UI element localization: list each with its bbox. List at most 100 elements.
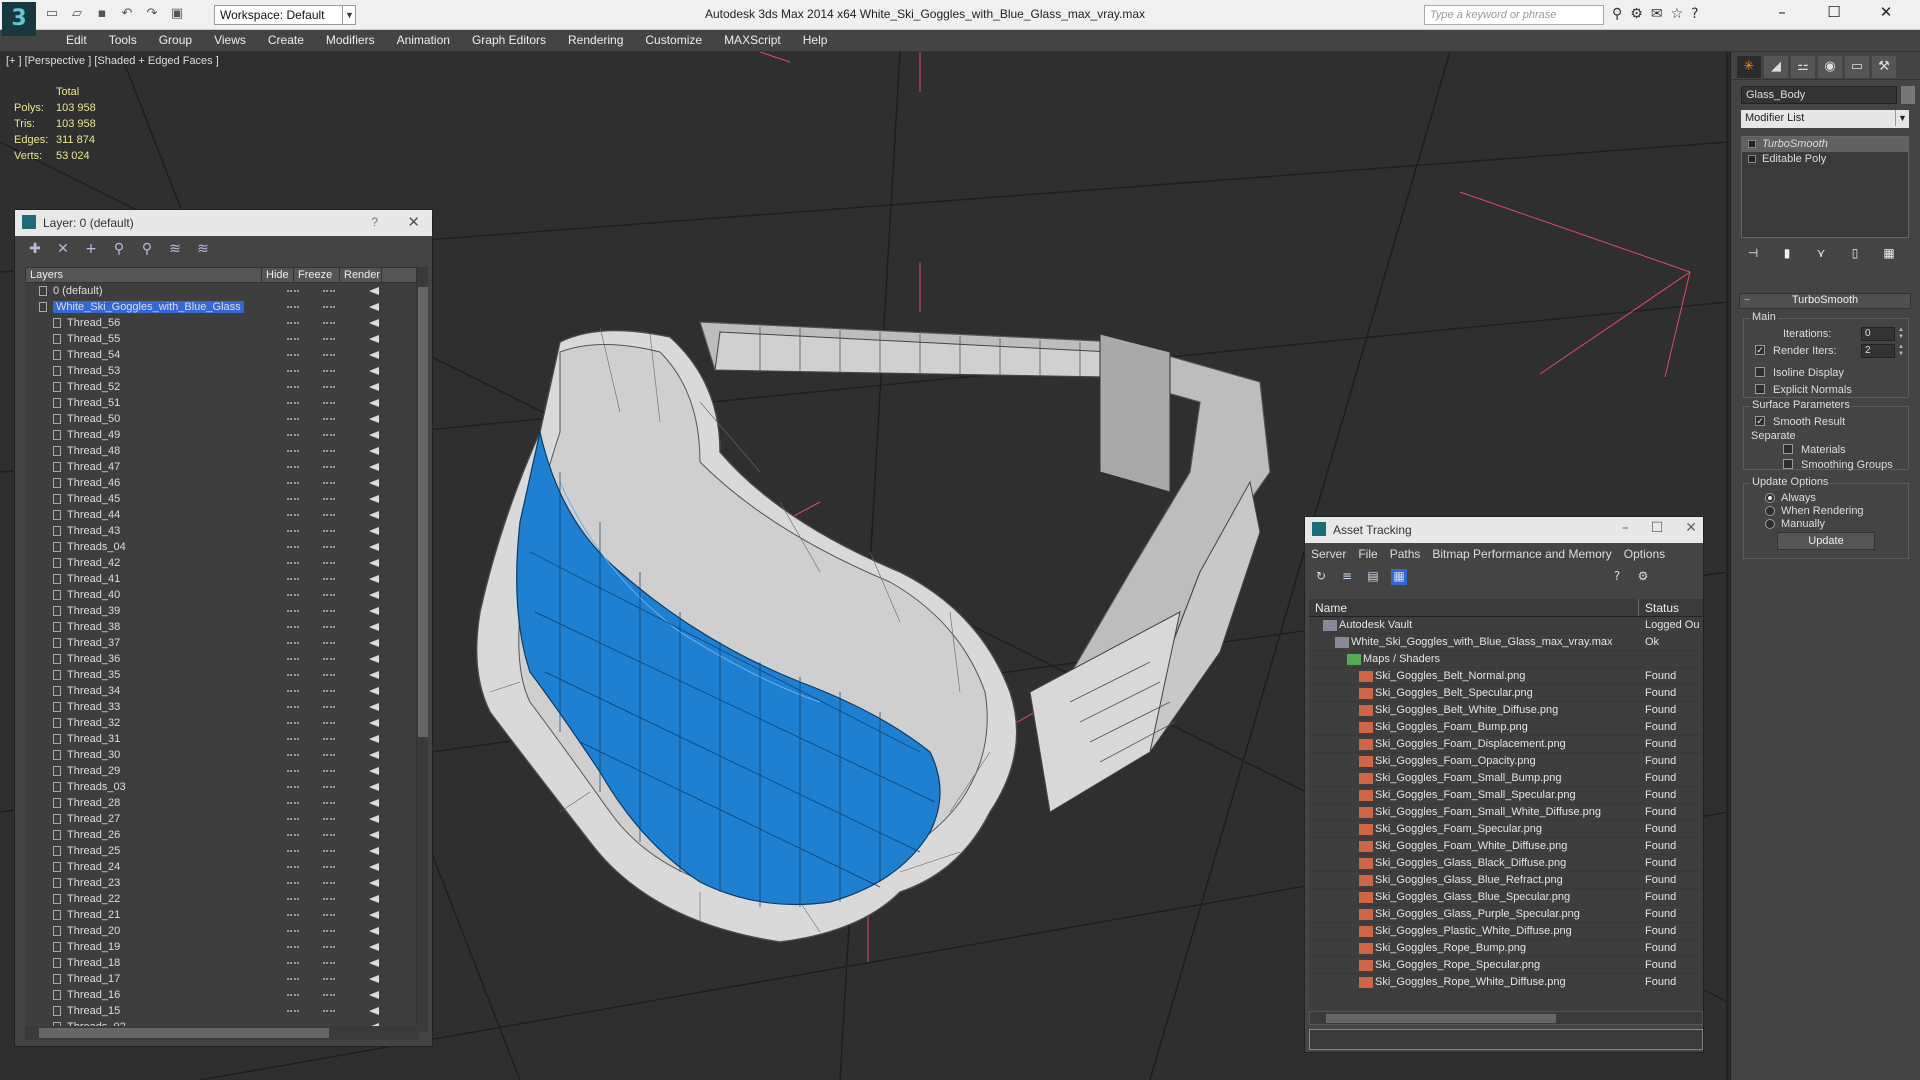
- hide-toggle[interactable]: [287, 866, 299, 868]
- hide-toggle[interactable]: [287, 834, 299, 836]
- asset-row[interactable]: White_Ski_Goggles_with_Blue_Glass_max_vr…: [1309, 634, 1703, 651]
- modify-tab-icon[interactable]: ◢: [1764, 56, 1788, 78]
- hide-toggle[interactable]: [287, 642, 299, 644]
- render-teapot-icon[interactable]: [369, 1007, 379, 1015]
- render-teapot-icon[interactable]: [369, 335, 379, 343]
- freeze-toggle[interactable]: [323, 658, 335, 660]
- menu-item-animation[interactable]: Animation: [386, 33, 461, 47]
- render-teapot-icon[interactable]: [369, 991, 379, 999]
- hide-toggle[interactable]: [287, 546, 299, 548]
- asset-tracking-window[interactable]: Asset Tracking – ☐ ✕ Server File Paths Bitm…: [1304, 516, 1704, 1053]
- freeze-toggle[interactable]: [323, 946, 335, 948]
- hide-toggle[interactable]: [287, 722, 299, 724]
- freeze-toggle[interactable]: [323, 962, 335, 964]
- spinner-arrows-icon[interactable]: ▲ ▼: [1897, 344, 1905, 358]
- asset-row[interactable]: Ski_Goggles_Foam_Bump.png Found: [1309, 719, 1703, 736]
- layer-row[interactable]: Thread_35: [25, 667, 419, 683]
- layer-row[interactable]: Thread_40: [25, 587, 419, 603]
- layer-row[interactable]: Thread_38: [25, 619, 419, 635]
- freeze-toggle[interactable]: [323, 690, 335, 692]
- render-teapot-icon[interactable]: [369, 927, 379, 935]
- layer-name[interactable]: Thread_49: [67, 429, 120, 441]
- scrollbar-thumb[interactable]: [418, 287, 428, 737]
- turbosmooth-rollout-header[interactable]: − TurboSmooth: [1739, 293, 1911, 309]
- materials-checkbox[interactable]: [1783, 444, 1793, 454]
- render-teapot-icon[interactable]: [369, 703, 379, 711]
- motion-tab-icon[interactable]: ◉: [1818, 56, 1842, 78]
- layer-name[interactable]: Thread_56: [67, 317, 120, 329]
- layer-name[interactable]: Thread_28: [67, 797, 120, 809]
- render-teapot-icon[interactable]: [369, 511, 379, 519]
- layer-name[interactable]: Thread_43: [67, 525, 120, 537]
- layer-name[interactable]: Thread_33: [67, 701, 120, 713]
- render-teapot-icon[interactable]: [369, 383, 379, 391]
- asset-row[interactable]: Ski_Goggles_Foam_White_Diffuse.png Found: [1309, 838, 1703, 855]
- render-teapot-icon[interactable]: [369, 783, 379, 791]
- layer-name[interactable]: Thread_23: [67, 877, 120, 889]
- render-teapot-icon[interactable]: [369, 655, 379, 663]
- layer-name[interactable]: Thread_22: [67, 893, 120, 905]
- hide-toggle[interactable]: [287, 498, 299, 500]
- table-view-icon[interactable]: ▦: [1391, 569, 1407, 585]
- freeze-toggle[interactable]: [323, 354, 335, 356]
- render-teapot-icon[interactable]: [369, 607, 379, 615]
- isoline-display-checkbox[interactable]: [1755, 367, 1765, 377]
- render-teapot-icon[interactable]: [369, 671, 379, 679]
- freeze-toggle[interactable]: [323, 546, 335, 548]
- render-teapot-icon[interactable]: [369, 767, 379, 775]
- asset-row[interactable]: Ski_Goggles_Rope_Specular.png Found: [1309, 957, 1703, 974]
- render-teapot-icon[interactable]: [369, 431, 379, 439]
- render-teapot-icon[interactable]: [369, 543, 379, 551]
- render-teapot-icon[interactable]: [369, 479, 379, 487]
- help-icon[interactable]: ?: [1609, 569, 1625, 585]
- layer-name[interactable]: Thread_34: [67, 685, 120, 697]
- utilities-tab-icon[interactable]: ⚒: [1872, 56, 1896, 78]
- render-teapot-icon[interactable]: [369, 303, 379, 311]
- hide-toggle[interactable]: [287, 322, 299, 324]
- column-header-render[interactable]: Render: [340, 268, 382, 282]
- layer-name[interactable]: Thread_32: [67, 717, 120, 729]
- layer-name[interactable]: Thread_26: [67, 829, 120, 841]
- hide-toggle[interactable]: [287, 994, 299, 996]
- render-teapot-icon[interactable]: [369, 863, 379, 871]
- freeze-toggle[interactable]: [323, 850, 335, 852]
- menu-item-customize[interactable]: Customize: [634, 33, 713, 47]
- layer-row[interactable]: Thread_31: [25, 731, 419, 747]
- render-teapot-icon[interactable]: [369, 575, 379, 583]
- new-layer-icon[interactable]: ✚: [25, 241, 45, 259]
- render-teapot-icon[interactable]: [369, 831, 379, 839]
- layer-row[interactable]: Thread_23: [25, 875, 419, 891]
- remove-modifier-icon[interactable]: ▯: [1847, 246, 1863, 262]
- lightbulb-icon[interactable]: [1748, 140, 1756, 148]
- hide-all-icon[interactable]: ≋: [165, 241, 185, 259]
- layer-row[interactable]: White_Ski_Goggles_with_Blue_Glass: [25, 299, 419, 315]
- render-teapot-icon[interactable]: [369, 351, 379, 359]
- menu-item-rendering[interactable]: Rendering: [557, 33, 634, 47]
- layer-row[interactable]: 0 (default): [25, 283, 419, 299]
- layer-row[interactable]: Thread_45: [25, 491, 419, 507]
- stack-item-editable-poly[interactable]: Editable Poly: [1742, 152, 1908, 167]
- asset-row[interactable]: Ski_Goggles_Glass_Purple_Specular.png Fou…: [1309, 906, 1703, 923]
- asset-menu-bitmap-performance-and-memory[interactable]: Bitmap Performance and Memory: [1432, 547, 1611, 561]
- freeze-all-icon[interactable]: ≋: [193, 241, 213, 259]
- spinner-arrows-icon[interactable]: ▲ ▼: [1897, 327, 1905, 341]
- render-teapot-icon[interactable]: [369, 719, 379, 727]
- layer-row[interactable]: Thread_42: [25, 555, 419, 571]
- hide-toggle[interactable]: [287, 898, 299, 900]
- help-icon[interactable]: ?: [371, 215, 378, 229]
- manually-radio[interactable]: [1765, 519, 1775, 529]
- hide-toggle[interactable]: [287, 594, 299, 596]
- minimize-button[interactable]: –: [1622, 520, 1629, 536]
- render-teapot-icon[interactable]: [369, 527, 379, 535]
- hide-toggle[interactable]: [287, 402, 299, 404]
- freeze-toggle[interactable]: [323, 898, 335, 900]
- layer-row[interactable]: Thread_33: [25, 699, 419, 715]
- select-objects-icon[interactable]: ⚲: [109, 241, 129, 259]
- layer-row[interactable]: Thread_53: [25, 363, 419, 379]
- viewport-label[interactable]: [+ ] [Perspective ] [Shaded + Edged Face…: [6, 55, 219, 67]
- layer-name[interactable]: Thread_54: [67, 349, 120, 361]
- hide-toggle[interactable]: [287, 818, 299, 820]
- layer-name[interactable]: Thread_50: [67, 413, 120, 425]
- when-rendering-radio[interactable]: [1765, 506, 1775, 516]
- layer-row[interactable]: Thread_34: [25, 683, 419, 699]
